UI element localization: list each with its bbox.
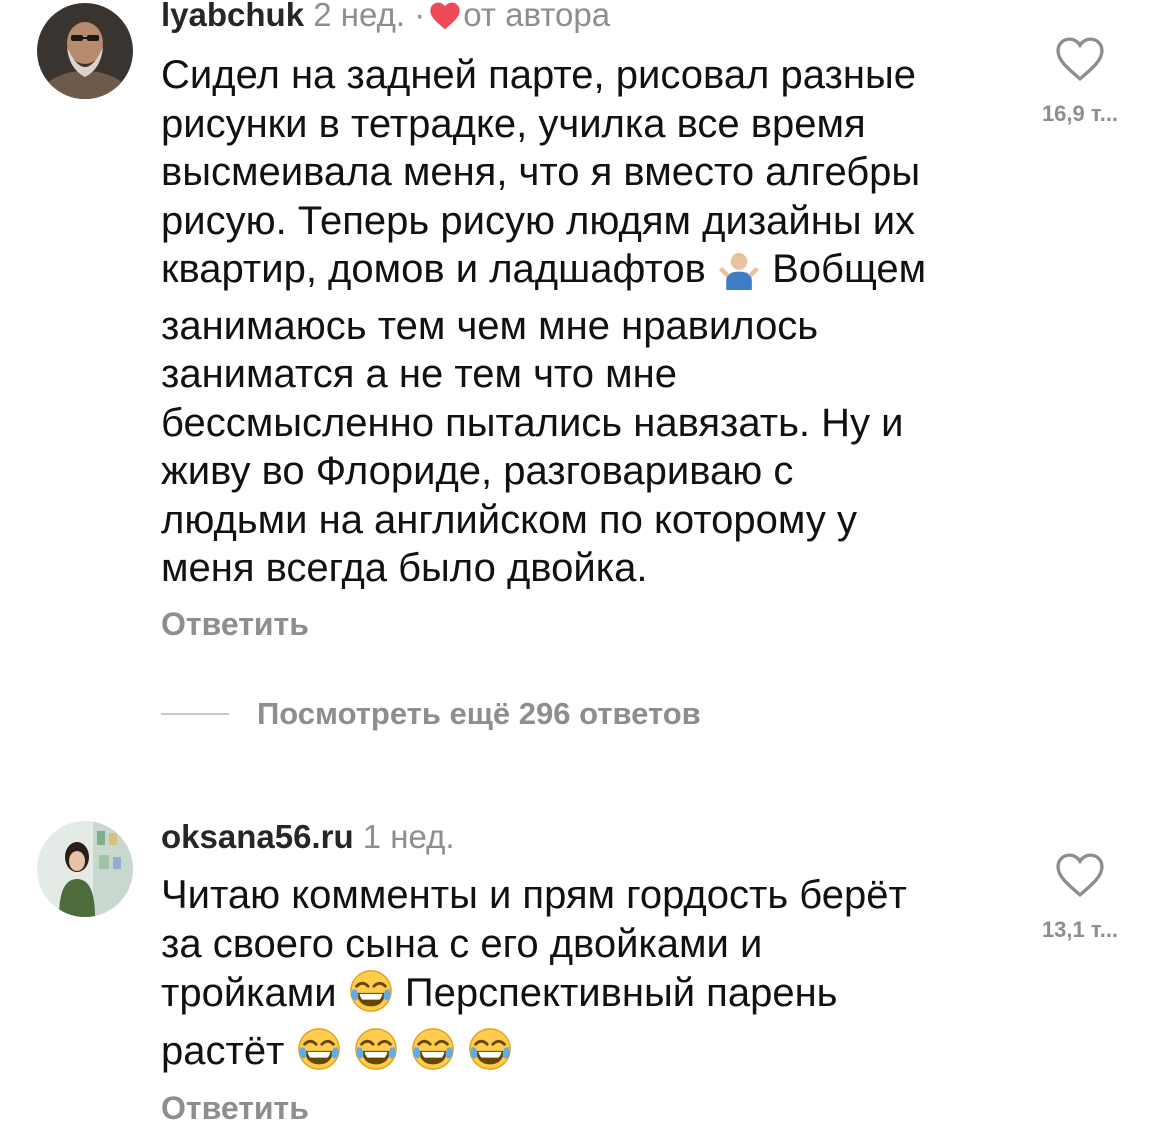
comment-line: за своего сына с его двойками и: [161, 921, 763, 966]
username[interactable]: oksana56.ru: [161, 818, 354, 855]
like-control: 13,1 т...: [1030, 852, 1130, 943]
comment-line: квартир, домов и ладшафтов: [161, 247, 706, 291]
like-count[interactable]: 16,9 т...: [1030, 101, 1130, 127]
reply-button[interactable]: Ответить: [161, 1090, 309, 1127]
face-with-tears-of-joy-emoji: [410, 1026, 456, 1084]
separator: ·: [414, 0, 426, 33]
comment-line: Вобщем: [772, 247, 927, 291]
comment-line: рисую. Теперь рисую людям дизайны их: [161, 198, 916, 243]
comment-line: меня всегда было двойка.: [161, 546, 648, 590]
comment-line: высмеивала меня, что я вместо алгебры: [161, 150, 921, 194]
comment-line: растёт: [161, 1028, 285, 1073]
heart-outline-icon[interactable]: [1054, 853, 1106, 902]
author-heart-icon: [429, 1, 461, 39]
face-with-tears-of-joy-emoji: [353, 1026, 399, 1084]
comment-line: живу во Флориде, разговариваю с: [161, 449, 794, 493]
comment-line: людьми на английском по которому у: [161, 497, 857, 542]
comment-meta: lyabchuk 2 нед. · от автора: [161, 0, 610, 39]
face-with-tears-of-joy-emoji: [296, 1026, 342, 1084]
like-control: 16,9 т...: [1030, 36, 1130, 127]
view-more-replies-label[interactable]: Посмотреть ещё 296 ответов: [257, 696, 701, 731]
face-with-tears-of-joy-emoji: [348, 968, 394, 1026]
comment-line: Перспективный парень: [404, 971, 838, 1015]
divider: [161, 713, 229, 715]
comment-line: тройками: [161, 971, 337, 1015]
reply-button[interactable]: Ответить: [161, 606, 309, 643]
comment-meta: oksana56.ru 1 нед.: [161, 818, 455, 856]
comment-line-with-emoji: квартир, домов и ладшафтов Вобщем: [161, 245, 1021, 302]
author-tag: от автора: [463, 0, 611, 33]
comment-line: заниматся а не тем что мне: [161, 352, 677, 396]
comment-line: Читаю комменты и прям гордость берёт: [161, 873, 907, 917]
timestamp: 1 нед.: [362, 818, 455, 855]
comment-text: Сидел на задней парте, рисовал разные ри…: [161, 51, 1021, 593]
comment-text: Читаю комменты и прям гордость берёт за …: [161, 871, 1021, 1083]
username[interactable]: lyabchuk: [161, 0, 304, 33]
comment-line: Сидел на задней парте, рисовал разные: [161, 53, 916, 97]
avatar[interactable]: [37, 821, 133, 917]
heart-outline-icon[interactable]: [1054, 37, 1106, 86]
comment-line-with-emoji: растёт: [161, 1026, 1021, 1084]
person-shrugging-emoji: [717, 246, 761, 302]
comment-line: занимаюсь тем чем мне нравилось: [161, 303, 819, 348]
view-more-replies[interactable]: Посмотреть ещё 296 ответов: [161, 696, 701, 736]
timestamp: 2 нед.: [313, 0, 406, 33]
comment-line-with-emoji: тройками Перспективный парень: [161, 968, 1021, 1026]
like-count[interactable]: 13,1 т...: [1030, 917, 1130, 943]
face-with-tears-of-joy-emoji: [467, 1026, 513, 1084]
avatar[interactable]: [37, 3, 133, 99]
comment-line: бессмысленно пытались навязать. Ну и: [161, 400, 904, 445]
comment-line: рисунки в тетрадке, училка все время: [161, 101, 866, 146]
